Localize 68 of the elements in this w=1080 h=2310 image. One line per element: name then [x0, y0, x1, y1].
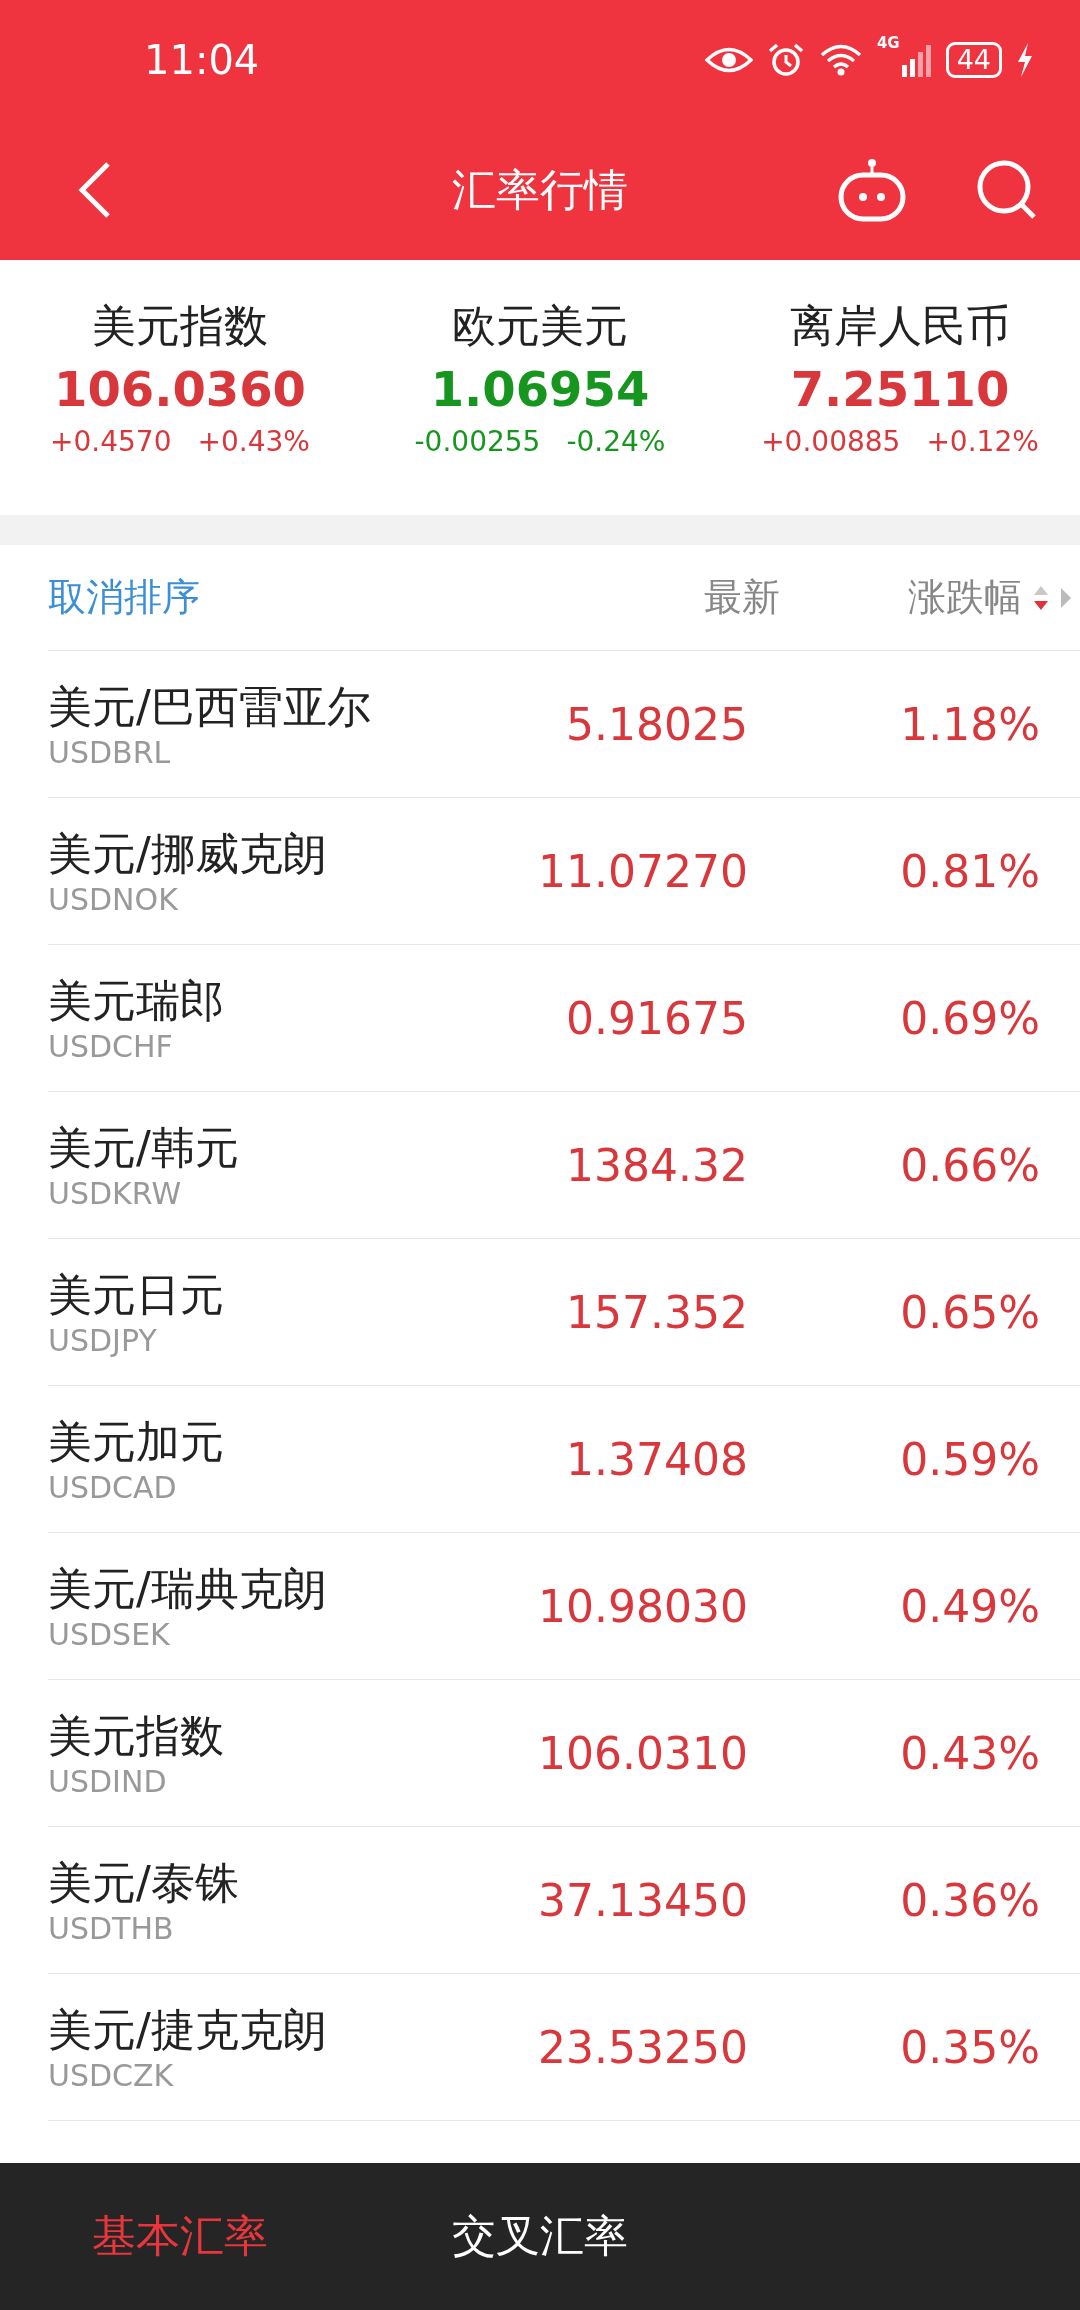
currency-pair-name: 美元日元 — [48, 1267, 225, 1322]
change-percent: 0.36% — [899, 1874, 1040, 1926]
latest-price: 11.07270 — [537, 845, 748, 897]
latest-price: 1384.32 — [565, 1139, 748, 1191]
index-value: 1.06954 — [430, 359, 650, 419]
index-name: 美元指数 — [92, 300, 268, 353]
change-percent: 0.35% — [899, 2021, 1040, 2073]
bottom-tab[interactable]: 基本汇率 — [0, 2207, 360, 2266]
index-change: +0.00885 — [761, 424, 901, 458]
network-type: 4G — [876, 34, 900, 52]
index-value: 7.25110 — [790, 359, 1010, 419]
charging-icon — [1016, 43, 1034, 77]
index-name: 欧元美元 — [452, 300, 628, 353]
index-value: 106.0360 — [54, 359, 306, 419]
currency-pair-name: 美元瑞郎 — [48, 973, 225, 1028]
alarm-icon — [766, 42, 805, 78]
currency-pair-name: 美元指数 — [48, 1708, 225, 1763]
currency-code: USDCZK — [48, 2058, 175, 2094]
column-header[interactable]: 涨跌幅 — [908, 572, 1022, 623]
status-time: 11:04 — [144, 37, 260, 83]
index-change: +0.4570 — [50, 424, 172, 458]
latest-price: 37.13450 — [537, 1874, 748, 1926]
change-percent: 0.49% — [899, 1580, 1040, 1632]
currency-pair-name: 美元加元 — [48, 1414, 225, 1469]
search-icon[interactable] — [976, 159, 1038, 221]
column-header[interactable]: 最新 — [520, 572, 780, 623]
page-title: 汇率行情 — [452, 162, 628, 217]
currency-pair-name: 美元/泰铢 — [48, 1855, 240, 1910]
currency-code: USDIND — [48, 1764, 168, 1800]
bottom-tab[interactable]: 交叉汇率 — [360, 2207, 720, 2266]
latest-price: 0.91675 — [565, 992, 748, 1044]
cancel-sort-link[interactable]: 取消排序 — [48, 572, 200, 623]
latest-price: 10.98030 — [537, 1580, 748, 1632]
robot-icon[interactable] — [836, 158, 908, 222]
currency-code: USDCHF — [48, 1029, 174, 1065]
change-percent: 0.69% — [899, 992, 1040, 1044]
currency-pair-name: 美元/挪威克朗 — [48, 826, 328, 881]
change-percent: 0.66% — [899, 1139, 1040, 1191]
wifi-icon — [818, 44, 863, 76]
index-name: 离岸人民币 — [790, 300, 1010, 353]
index-percent: -0.24% — [566, 424, 666, 458]
change-percent: 1.18% — [899, 698, 1040, 750]
currency-code: USDTHB — [48, 1911, 175, 1947]
latest-price: 157.352 — [565, 1286, 748, 1338]
currency-pair-name: 美元/瑞典克朗 — [48, 1561, 328, 1616]
latest-price: 23.53250 — [537, 2021, 748, 2073]
index-percent: +0.43% — [197, 424, 310, 458]
currency-pair-name: 美元/捷克克朗 — [48, 2002, 328, 2057]
latest-price: 1.37408 — [565, 1433, 748, 1485]
change-percent: 0.59% — [899, 1433, 1040, 1485]
currency-code: USDBRL — [48, 735, 172, 771]
change-percent: 0.65% — [899, 1286, 1040, 1338]
index-percent: +0.12% — [926, 424, 1039, 458]
currency-code: USDJPY — [48, 1323, 158, 1359]
eye-icon — [704, 45, 753, 75]
currency-pair-name: 美元/韩元 — [48, 1120, 240, 1175]
latest-price: 5.18025 — [565, 698, 748, 750]
battery-indicator: 44 — [945, 42, 1002, 78]
currency-code: USDKRW — [48, 1176, 183, 1212]
currency-code: USDNOK — [48, 882, 179, 918]
change-percent: 0.43% — [899, 1727, 1040, 1779]
currency-pair-name: 美元/巴西雷亚尔 — [48, 679, 372, 734]
signal-icon — [901, 43, 932, 77]
change-percent: 0.81% — [899, 845, 1040, 897]
latest-price: 106.0310 — [537, 1727, 748, 1779]
currency-code: USDCAD — [48, 1470, 178, 1506]
index-change: -0.00255 — [414, 424, 541, 458]
currency-code: USDSEK — [48, 1617, 171, 1653]
